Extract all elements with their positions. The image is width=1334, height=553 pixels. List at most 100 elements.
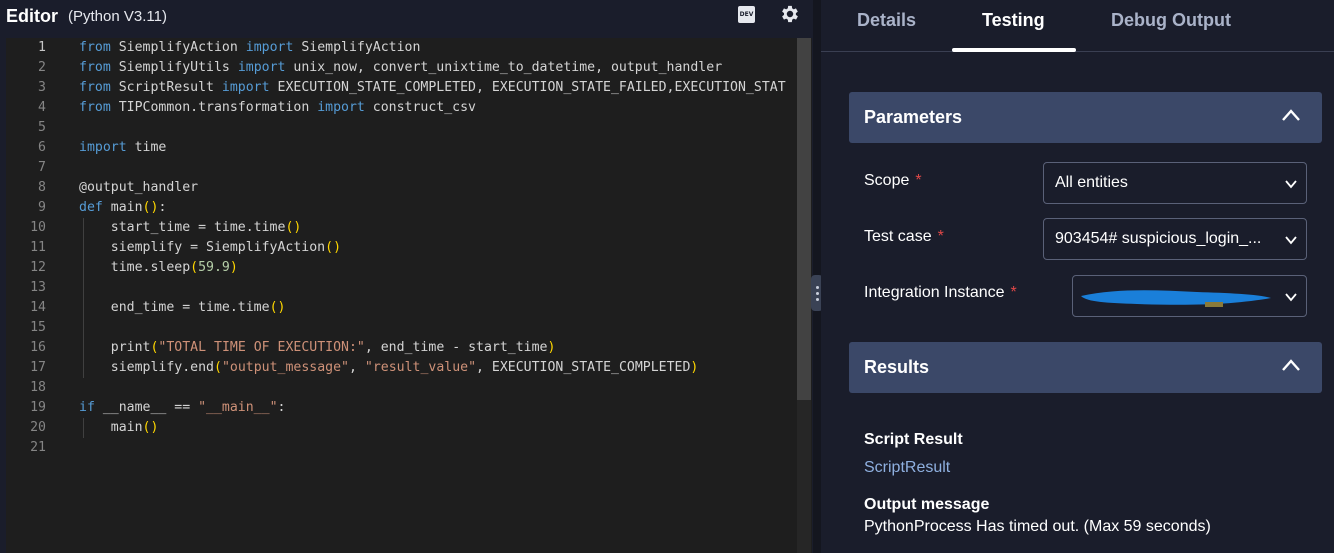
scope-select-value: All entities: [1055, 174, 1128, 191]
script-result-label: Script Result: [864, 431, 963, 448]
code-line[interactable]: 9 def main():: [6, 198, 796, 218]
line-number: 13: [30, 280, 46, 295]
dev-icon[interactable]: DEV: [738, 6, 755, 23]
tab-debug-output[interactable]: Debug Output: [1111, 10, 1231, 31]
gear-icon[interactable]: [779, 3, 801, 25]
line-number: 16: [30, 340, 46, 355]
code-line[interactable]: 13: [6, 278, 796, 298]
line-number: 18: [30, 380, 46, 395]
code-text: end_time = time.time(): [79, 300, 286, 315]
test-case-select[interactable]: 903454# suspicious_login_...: [1043, 218, 1307, 260]
code-text: main(): [79, 420, 159, 435]
editor-title: Editor: [6, 6, 58, 26]
editor-scrollbar-thumb[interactable]: [797, 38, 811, 400]
line-number: 4: [38, 100, 46, 115]
test-case-label: Test case *: [864, 228, 944, 246]
active-tab-indicator: [952, 48, 1076, 52]
line-number: 21: [30, 440, 46, 455]
code-text: siemplify.end("output_message", "result_…: [79, 360, 699, 375]
output-message-value: PythonProcess Has timed out. (Max 59 sec…: [864, 518, 1211, 535]
chevron-up-icon[interactable]: [1281, 358, 1301, 372]
line-number: 15: [30, 320, 46, 335]
code-line[interactable]: 17 siemplify.end("output_message", "resu…: [6, 358, 796, 378]
scope-select[interactable]: All entities: [1043, 162, 1307, 204]
code-text: start_time = time.time(): [79, 220, 302, 235]
code-line[interactable]: 20 main(): [6, 418, 796, 438]
integration-instance-select[interactable]: [1072, 275, 1307, 317]
parameters-title: Parameters: [864, 107, 963, 127]
code-line[interactable]: 8 @output_handler: [6, 178, 796, 198]
code-line[interactable]: 6 import time: [6, 138, 796, 158]
line-number: 10: [30, 220, 46, 235]
line-number: 5: [38, 120, 46, 135]
code-line[interactable]: 16 print("TOTAL TIME OF EXECUTION:", end…: [6, 338, 796, 358]
code-line[interactable]: 2 from SiemplifyUtils import unix_now, co…: [6, 58, 796, 78]
code-text: import time: [79, 140, 167, 155]
code-line[interactable]: 11 siemplify = SiemplifyAction(): [6, 238, 796, 258]
chevron-down-icon: [1285, 180, 1297, 189]
code-editor[interactable]: 1 from SiemplifyAction import SiemplifyAc…: [6, 38, 812, 553]
code-text: def main():: [79, 200, 167, 215]
required-marker: *: [937, 228, 944, 245]
line-number: 2: [38, 60, 46, 75]
test-case-label-text: Test case: [864, 228, 932, 245]
code-line[interactable]: 7: [6, 158, 796, 178]
code-line[interactable]: 21: [6, 438, 796, 458]
code-text: time.sleep(59.9): [79, 260, 238, 275]
scope-label: Scope *: [864, 172, 922, 190]
line-number: 8: [38, 180, 46, 195]
code-line[interactable]: 1 from SiemplifyAction import SiemplifyAc…: [6, 38, 796, 58]
code-line[interactable]: 18: [6, 378, 796, 398]
required-marker: *: [915, 172, 922, 189]
editor-header: Editor (Python V3.11) DEV: [0, 0, 813, 36]
results-section-header[interactable]: Results: [849, 342, 1322, 393]
editor-pane: Editor (Python V3.11) DEV 1 from Siemplif…: [0, 0, 813, 553]
code-line[interactable]: 12 time.sleep(59.9): [6, 258, 796, 278]
app-window: Editor (Python V3.11) DEV 1 from Siemplif…: [0, 0, 1334, 553]
tab-testing[interactable]: Testing: [982, 10, 1045, 31]
chevron-down-icon: [1285, 293, 1297, 302]
tab-details[interactable]: Details: [857, 10, 916, 31]
line-number: 6: [38, 140, 46, 155]
line-number: 3: [38, 80, 46, 95]
code-text: @output_handler: [79, 180, 199, 195]
code-line[interactable]: 4 from TIPCommon.transformation import co…: [6, 98, 796, 118]
code-line[interactable]: 3 from ScriptResult import EXECUTION_STAT…: [6, 78, 796, 98]
line-number: 1: [38, 40, 46, 55]
line-number: 17: [30, 360, 46, 375]
line-number: 7: [38, 160, 46, 175]
line-number: 11: [30, 240, 46, 255]
code-line[interactable]: 14 end_time = time.time(): [6, 298, 796, 318]
code-text: from TIPCommon.transformation import con…: [79, 100, 476, 115]
results-title: Results: [864, 357, 930, 377]
code-line[interactable]: 19 if __name__ == "__main__":: [6, 398, 796, 418]
parameters-section-header[interactable]: Parameters: [849, 92, 1322, 143]
code-line[interactable]: 15: [6, 318, 796, 338]
chevron-down-icon: [1285, 236, 1297, 245]
chevron-up-icon[interactable]: [1281, 108, 1301, 122]
code-text: print("TOTAL TIME OF EXECUTION:", end_ti…: [79, 340, 556, 355]
code-line[interactable]: 5: [6, 118, 796, 138]
line-number: 19: [30, 400, 46, 415]
script-result-value: ScriptResult: [864, 459, 951, 476]
integration-instance-label-text: Integration Instance: [864, 284, 1005, 301]
line-number: 20: [30, 420, 46, 435]
code-text: from SiemplifyAction import SiemplifyAct…: [79, 40, 421, 55]
code-text: from ScriptResult import EXECUTION_STATE…: [79, 80, 786, 95]
code-text: if __name__ == "__main__":: [79, 400, 286, 415]
test-case-select-value: 903454# suspicious_login_...: [1055, 230, 1262, 247]
panel-tabs: Details Testing Debug Output: [821, 0, 1334, 52]
required-marker: *: [1010, 284, 1017, 301]
testing-panel: Details Testing Debug Output Parameters …: [821, 0, 1334, 553]
output-message-label: Output message: [864, 496, 990, 513]
scope-label-text: Scope: [864, 172, 910, 189]
line-number: 12: [30, 260, 46, 275]
line-number: 14: [30, 300, 46, 315]
integration-instance-label: Integration Instance *: [864, 284, 1017, 302]
line-number: 9: [38, 200, 46, 215]
code-text: siemplify = SiemplifyAction(): [79, 240, 342, 255]
redaction-scribble: [1081, 290, 1271, 307]
editor-version: (Python V3.11): [68, 8, 167, 25]
code-line[interactable]: 10 start_time = time.time(): [6, 218, 796, 238]
code-text: from SiemplifyUtils import unix_now, con…: [79, 60, 723, 75]
